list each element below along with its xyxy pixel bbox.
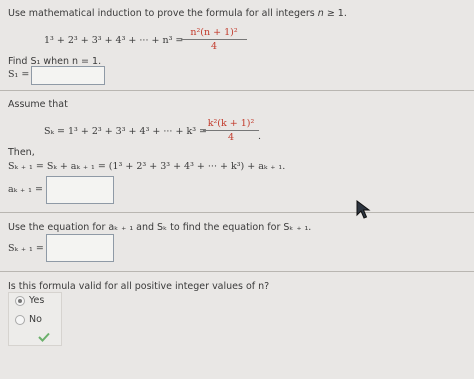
sk-period: . (258, 131, 262, 142)
ak-label: aₖ ₊ ₁ = (8, 184, 43, 195)
formula-fraction: n²(n + 1)² 4 (181, 27, 247, 52)
formula-fraction-bar (181, 39, 247, 40)
check-icon (38, 332, 50, 342)
then-label: Then, (8, 147, 35, 158)
sk1-label: Sₖ ₊ ₁ = (8, 243, 44, 254)
section-divider (0, 212, 474, 213)
radio-yes[interactable] (15, 296, 25, 306)
sk-denominator: 4 (227, 132, 235, 143)
formula-denominator: 4 (210, 41, 218, 52)
assume-label: Assume that (8, 99, 68, 110)
mouse-cursor-icon (356, 200, 371, 219)
sk-fraction: k²(k + 1)² 4 (203, 118, 259, 143)
s1-label: S₁ = (8, 69, 30, 80)
intro-prefix: Use mathematical induction to prove the … (8, 8, 318, 19)
intro-suffix: ≥ 1. (323, 8, 347, 19)
option-yes-label[interactable]: Yes (29, 295, 44, 306)
ak-input[interactable] (46, 176, 114, 204)
sk-lhs: Sₖ = 1³ + 2³ + 3³ + 4³ + ··· + k³ = (44, 126, 207, 137)
part3-prompt: Use the equation for aₖ ₊ ₁ and Sₖ to fi… (8, 222, 312, 233)
sk-fraction-bar (203, 130, 259, 131)
option-no-label[interactable]: No (29, 314, 42, 325)
part4-prompt: Is this formula valid for all positive i… (8, 281, 270, 292)
then-equation: Sₖ ₊ ₁ = Sₖ + aₖ ₊ ₁ = (1³ + 2³ + 3³ + 4… (8, 161, 286, 172)
sk1-input[interactable] (46, 234, 114, 262)
section-divider (0, 271, 474, 272)
formula-lhs: 1³ + 2³ + 3³ + 4³ + ··· + n³ = (44, 35, 184, 46)
sk-numerator: k²(k + 1)² (207, 118, 255, 129)
radio-no[interactable] (15, 315, 25, 325)
formula-numerator: n²(n + 1)² (190, 27, 238, 38)
intro-text: Use mathematical induction to prove the … (8, 8, 347, 19)
section-divider (0, 90, 474, 91)
s1-input[interactable] (31, 66, 105, 85)
